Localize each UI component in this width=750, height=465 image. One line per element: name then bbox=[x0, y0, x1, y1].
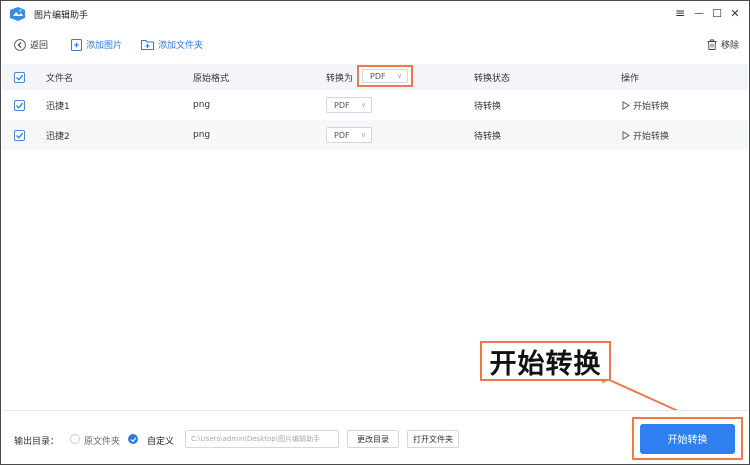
start-button-highlight: 开始转换 bbox=[632, 417, 743, 460]
check-icon bbox=[130, 436, 136, 442]
start-convert-button[interactable]: 开始转换 bbox=[640, 423, 735, 454]
radio-original-folder[interactable] bbox=[70, 434, 80, 444]
custom-label: 自定义 bbox=[147, 437, 175, 447]
output-path-input[interactable]: C:\Users\admin\Desktop\图片编辑助手 bbox=[185, 430, 339, 448]
open-folder-button[interactable]: 打开文件夹 bbox=[407, 430, 459, 448]
output-dir-label: 输出目录： bbox=[14, 437, 60, 447]
original-folder-label: 原文件夹 bbox=[84, 437, 121, 447]
annotation-arrow bbox=[600, 372, 699, 421]
annotation-callout: 开始转换 bbox=[480, 341, 611, 381]
radio-custom[interactable] bbox=[128, 434, 138, 444]
change-dir-button[interactable]: 更改目录 bbox=[347, 430, 399, 448]
